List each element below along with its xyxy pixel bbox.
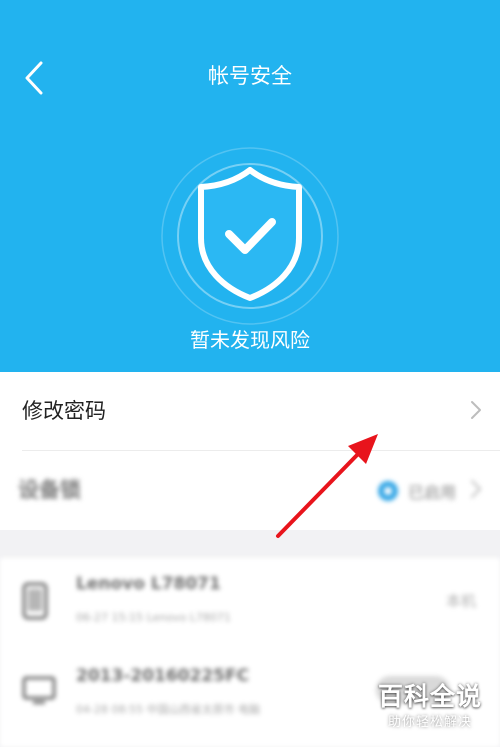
watermark: 百科全说 助你轻松解决 <box>360 680 500 747</box>
watermark-subtitle: 助你轻松解决 <box>387 715 472 730</box>
security-options: 修改密码 设备锁 已启用 <box>0 372 500 530</box>
device-item[interactable]: Lenovo L78071 06-27 15:15 Lenovo L78071 … <box>0 558 500 648</box>
change-password-item[interactable]: 修改密码 <box>0 372 500 451</box>
page-title: 帐号安全 <box>208 64 292 88</box>
watermark-title: 百科全说 <box>377 682 482 711</box>
shield-badge <box>160 146 340 326</box>
risk-status: 暂未发现风险 <box>190 328 310 352</box>
chevron-right-icon <box>471 401 481 419</box>
change-password-label: 修改密码 <box>22 399 106 423</box>
device-lock-status: 已启用 <box>377 479 456 503</box>
device-name: 2013-20160225FC <box>76 666 250 686</box>
monitor-icon <box>22 676 56 704</box>
device-meta: 04-28 08:55 中国山西省太原市 电脑 <box>76 703 261 716</box>
phone-icon <box>22 582 48 620</box>
enabled-dot-icon <box>377 481 398 501</box>
device-name: Lenovo L78071 <box>76 574 221 594</box>
shield-check-icon <box>161 147 339 325</box>
chevron-right-icon <box>471 480 481 498</box>
header: 帐号安全 暂未发现风险 <box>0 0 500 372</box>
device-meta: 06-27 15:15 Lenovo L78071 <box>76 611 231 624</box>
current-device-tag: 本机 <box>445 592 476 610</box>
device-lock-label: 设备锁 <box>18 478 81 502</box>
device-lock-item[interactable]: 设备锁 已启用 <box>0 451 500 529</box>
device-lock-status-text: 已启用 <box>407 483 456 502</box>
